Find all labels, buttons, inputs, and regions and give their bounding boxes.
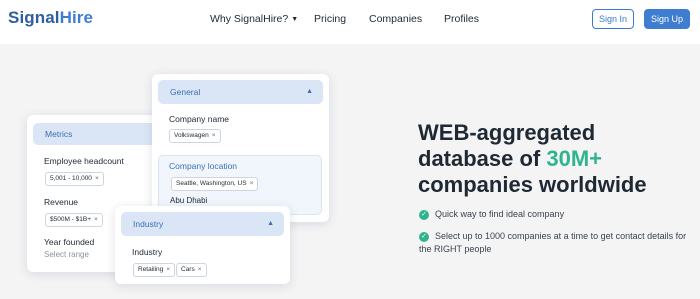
headline-line2: database of 30M+ — [418, 146, 647, 172]
industry-chip-label: Cars — [181, 266, 195, 273]
industry-title: Industry — [133, 219, 164, 229]
sign-in-button[interactable]: Sign In — [592, 9, 634, 29]
location-chip[interactable]: Seattle, Washington, US × — [171, 177, 259, 191]
industry-chip-label: Retailing — [138, 266, 164, 273]
top-nav: SignalHire Why SignalHire? ▼ Pricing Comp… — [0, 0, 700, 44]
headcount-chip-label: 5,001 - 10,000 — [50, 175, 92, 182]
revenue-label: Revenue — [44, 197, 79, 207]
close-icon[interactable]: × — [250, 180, 254, 187]
nav-companies[interactable]: Companies — [369, 13, 422, 25]
bullet-quick-find: Quick way to find ideal company — [435, 209, 565, 219]
headcount-chip[interactable]: 5,001 - 10,000 × — [45, 172, 104, 186]
company-name-chip[interactable]: Volkswagen × — [169, 129, 221, 143]
year-founded-label: Year founded — [44, 237, 95, 247]
nav-why-signalhire[interactable]: Why SignalHire? ▼ — [210, 13, 298, 25]
industry-chip-retailing[interactable]: Retailing × — [133, 263, 176, 277]
headline-line2-prefix: database of — [418, 146, 547, 171]
close-icon[interactable]: × — [198, 266, 202, 273]
headline-line3: companies worldwide — [418, 172, 647, 197]
industry-label: Industry — [132, 247, 163, 257]
hero-headline: WEB-aggregated database of 30M+ companie… — [418, 120, 647, 198]
check-icon: ✓ — [419, 210, 429, 220]
logo-hire: Hire — [59, 8, 94, 27]
nav-why-label: Why SignalHire? — [210, 13, 289, 25]
year-founded-input[interactable]: Select range — [44, 250, 89, 259]
signalhire-logo[interactable]: SignalHire — [8, 8, 93, 28]
revenue-chip[interactable]: $500M - $1B+ × — [45, 213, 103, 227]
chevron-up-icon: ▲ — [306, 88, 313, 95]
location-input[interactable]: Abu Dhabi — [170, 196, 207, 205]
metrics-header[interactable]: Metrics — [33, 123, 159, 145]
close-icon[interactable]: × — [166, 266, 170, 273]
close-icon[interactable]: × — [94, 216, 98, 223]
logo-signal: Signal — [8, 8, 60, 27]
revenue-chip-label: $500M - $1B+ — [50, 216, 92, 223]
industry-chip-cars[interactable]: Cars × — [176, 263, 207, 277]
close-icon[interactable]: × — [95, 175, 99, 182]
industry-header[interactable]: Industry ▲ — [121, 212, 284, 236]
nav-profiles[interactable]: Profiles — [444, 13, 479, 25]
sign-up-button[interactable]: Sign Up — [644, 9, 690, 29]
headline-accent: 30M+ — [546, 146, 603, 171]
headcount-label: Employee headcount — [44, 156, 124, 166]
headline-line1: WEB-aggregated — [418, 120, 596, 145]
company-location-label: Company location — [169, 161, 238, 171]
company-name-label: Company name — [169, 114, 230, 124]
chevron-down-icon: ▼ — [291, 16, 299, 23]
general-title: General — [170, 87, 201, 97]
general-header[interactable]: General ▲ — [158, 80, 323, 104]
location-chip-label: Seattle, Washington, US — [176, 180, 247, 187]
bullet-select-companies: Select up to 1000 companies at a time to… — [419, 231, 687, 254]
close-icon[interactable]: × — [212, 132, 216, 139]
metrics-title: Metrics — [45, 129, 73, 139]
chevron-up-icon: ▲ — [267, 220, 274, 227]
nav-pricing[interactable]: Pricing — [314, 13, 346, 25]
company-name-chip-label: Volkswagen — [174, 132, 209, 139]
industry-filter-card: Industry ▲ Industry Retailing × Cars × — [115, 206, 290, 284]
